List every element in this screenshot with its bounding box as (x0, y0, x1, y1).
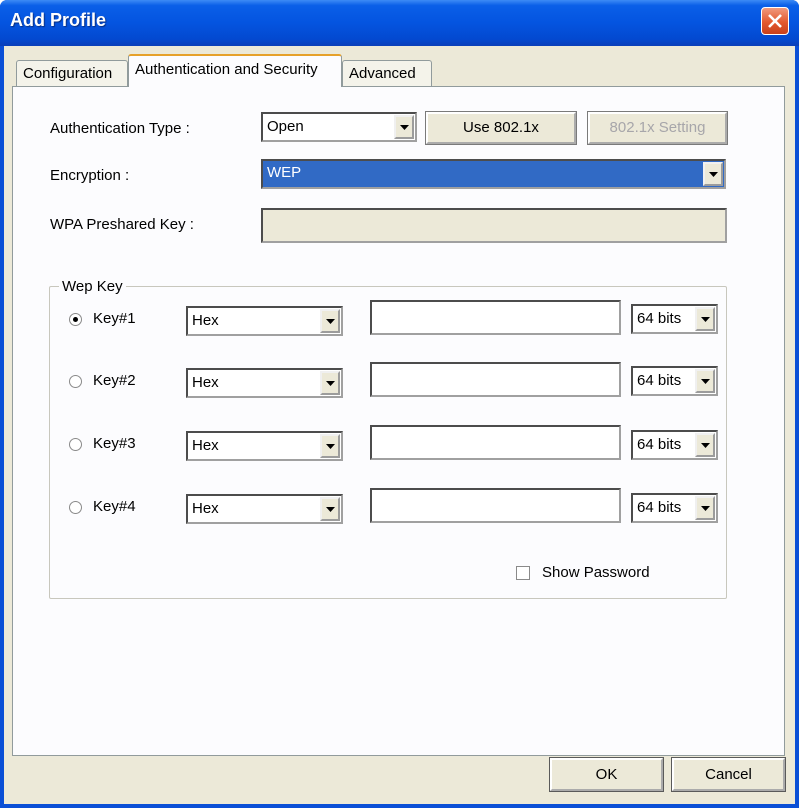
key2-length-value: 64 bits (637, 372, 682, 389)
title-bar[interactable]: Add Profile (0, 0, 799, 46)
encryption-select[interactable]: WEP (261, 159, 726, 189)
key3-format-select[interactable]: Hex (186, 431, 343, 461)
key1-format-value: Hex (192, 312, 219, 329)
authentication-type-label: Authentication Type : (50, 120, 190, 137)
chevron-down-icon[interactable] (695, 369, 715, 393)
key3-format-value: Hex (192, 437, 219, 454)
wep-key-group-label: Wep Key (59, 278, 126, 295)
chevron-down-icon[interactable] (703, 162, 723, 186)
key1-length-value: 64 bits (637, 310, 682, 327)
8021x-setting-button[interactable]: 802.1x Setting (587, 111, 728, 145)
key1-value-field[interactable] (370, 300, 621, 335)
key1-label: Key#1 (93, 310, 136, 327)
wpa-preshared-key-field[interactable] (261, 208, 727, 243)
chevron-down-icon[interactable] (695, 307, 715, 331)
key3-length-value: 64 bits (637, 436, 682, 453)
key4-label: Key#4 (93, 498, 136, 515)
key2-value-field[interactable] (370, 362, 621, 397)
key4-length-select[interactable]: 64 bits (631, 493, 718, 523)
cancel-label: Cancel (705, 766, 752, 783)
show-password-label: Show Password (542, 564, 650, 581)
8021x-setting-label: 802.1x Setting (609, 119, 706, 136)
wpa-preshared-key-label: WPA Preshared Key : (50, 216, 194, 233)
key2-format-value: Hex (192, 374, 219, 391)
key3-label: Key#3 (93, 435, 136, 452)
chevron-down-icon[interactable] (320, 434, 340, 458)
tab-label: Authentication and Security (135, 61, 318, 78)
cancel-button[interactable]: Cancel (671, 757, 786, 792)
key2-label: Key#2 (93, 372, 136, 389)
tab-advanced[interactable]: Advanced (342, 60, 432, 87)
chevron-down-icon[interactable] (394, 115, 414, 139)
dialog-client-area: Configuration Authentication and Securit… (4, 46, 795, 804)
tab-label: Configuration (23, 65, 113, 82)
chevron-down-icon[interactable] (320, 497, 340, 521)
add-profile-window: Add Profile Configuration Authentication… (0, 0, 799, 808)
key2-format-select[interactable]: Hex (186, 368, 343, 398)
key4-format-value: Hex (192, 500, 219, 517)
window-title: Add Profile (10, 10, 107, 30)
key4-length-value: 64 bits (637, 499, 682, 516)
close-button[interactable] (761, 7, 789, 35)
ok-button[interactable]: OK (549, 757, 664, 792)
radio-selected-dot (73, 317, 78, 322)
key3-radio[interactable] (69, 438, 82, 451)
key2-length-select[interactable]: 64 bits (631, 366, 718, 396)
tab-label: Advanced (349, 65, 416, 82)
chevron-down-icon[interactable] (320, 371, 340, 395)
key1-format-select[interactable]: Hex (186, 306, 343, 336)
show-password-checkbox[interactable] (516, 566, 530, 580)
authentication-type-select[interactable]: Open (261, 112, 417, 142)
chevron-down-icon[interactable] (320, 309, 340, 333)
tab-configuration[interactable]: Configuration (16, 60, 128, 87)
ok-label: OK (595, 766, 618, 783)
key4-radio[interactable] (69, 501, 82, 514)
use-8021x-label: Use 802.1x (463, 119, 539, 136)
encryption-label: Encryption : (50, 167, 130, 184)
use-8021x-button[interactable]: Use 802.1x (425, 111, 577, 145)
key1-radio[interactable] (69, 313, 82, 326)
key4-value-field[interactable] (370, 488, 621, 523)
encryption-value: WEP (267, 164, 302, 181)
tab-authentication-and-security[interactable]: Authentication and Security (128, 54, 342, 87)
chevron-down-icon[interactable] (695, 433, 715, 457)
authentication-type-value: Open (267, 118, 304, 135)
key4-format-select[interactable]: Hex (186, 494, 343, 524)
close-icon (768, 14, 782, 28)
key3-value-field[interactable] (370, 425, 621, 460)
key1-length-select[interactable]: 64 bits (631, 304, 718, 334)
chevron-down-icon[interactable] (695, 496, 715, 520)
key2-radio[interactable] (69, 375, 82, 388)
key3-length-select[interactable]: 64 bits (631, 430, 718, 460)
